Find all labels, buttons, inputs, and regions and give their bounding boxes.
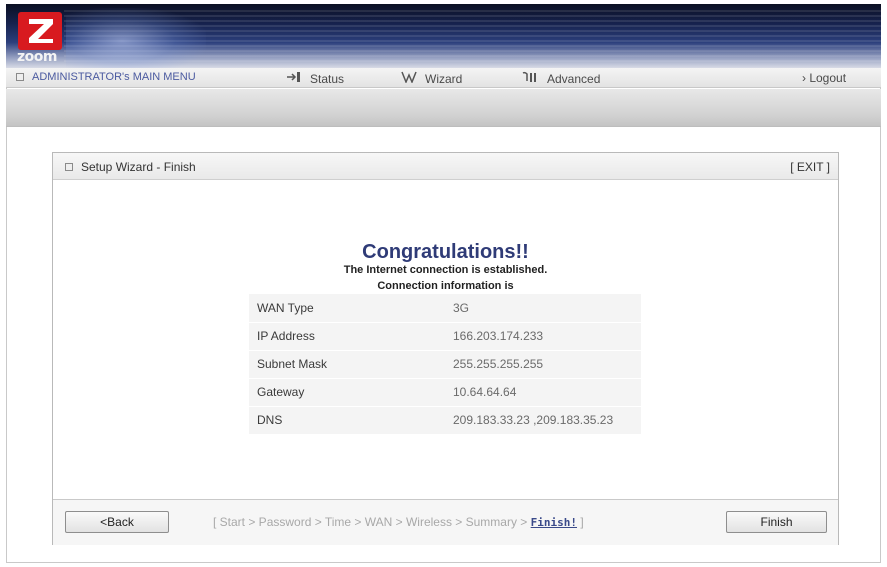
menu-status[interactable]: Status: [286, 71, 344, 86]
table-row: Gateway 10.64.64.64: [249, 378, 641, 407]
logout-label: › Logout: [802, 71, 847, 85]
logo-z-icon: [29, 19, 53, 43]
sub-toolbar: [6, 89, 881, 127]
ip-address-label: IP Address: [249, 322, 445, 351]
wizard-icon: [401, 71, 419, 86]
advanced-icon: [521, 71, 541, 86]
setup-wizard-panel: Setup Wizard - Finish [ EXIT ] Congratul…: [52, 152, 839, 545]
menu-advanced[interactable]: Advanced: [521, 71, 600, 86]
dns-label: DNS: [249, 406, 445, 435]
table-row: WAN Type 3G: [249, 294, 641, 323]
menu-advanced-label: Advanced: [547, 71, 601, 86]
wizard-steps-breadcrumb: [ Start > Password > Time > WAN > Wirele…: [213, 515, 683, 529]
admin-main-menu-label: ADMINISTRATOR's MAIN MENU: [32, 71, 196, 83]
table-row: IP Address 166.203.174.233: [249, 322, 641, 351]
wan-type-label: WAN Type: [249, 294, 445, 323]
admin-main-menu-link[interactable]: ADMINISTRATOR's MAIN MENU: [16, 71, 196, 83]
wan-type-value: 3G: [445, 294, 641, 323]
congratulations-heading: Congratulations!!: [362, 241, 529, 263]
logo-box: [18, 12, 62, 50]
banner-glow: [66, 8, 206, 68]
menu-square-icon: [16, 73, 24, 81]
ip-address-value: 166.203.174.233: [445, 322, 641, 351]
menu-wizard[interactable]: Wizard: [401, 71, 462, 86]
zoom-logo[interactable]: zoom: [16, 12, 66, 65]
table-row: DNS 209.183.33.23 ,209.183.35.23: [249, 406, 641, 435]
panel-square-icon: [65, 163, 73, 171]
steps-prefix: [ Start > Password > Time > WAN > Wirele…: [213, 515, 531, 529]
panel-header: Setup Wizard - Finish [ EXIT ]: [53, 153, 838, 180]
current-step: Finish!: [530, 516, 578, 529]
gateway-label: Gateway: [249, 378, 445, 407]
gateway-value: 10.64.64.64: [445, 378, 641, 407]
main-menu-bar: ADMINISTRATOR's MAIN MENU Status Wizard …: [6, 68, 881, 88]
subnet-mask-label: Subnet Mask: [249, 350, 445, 379]
menu-wizard-label: Wizard: [425, 71, 463, 86]
logo-text: zoom: [17, 49, 57, 65]
finish-button[interactable]: Finish: [726, 511, 827, 533]
status-icon: [286, 71, 304, 86]
table-row: Subnet Mask 255.255.255.255: [249, 350, 641, 379]
wizard-footer: <Back [ Start > Password > Time > WAN > …: [53, 499, 838, 545]
subnet-mask-value: 255.255.255.255: [445, 350, 641, 379]
menu-status-label: Status: [310, 71, 345, 86]
logout-link[interactable]: › Logout: [802, 71, 846, 85]
back-button[interactable]: <Back: [65, 511, 169, 533]
connection-info-caption: Connection information is: [377, 280, 514, 292]
panel-title-text: Setup Wizard - Finish: [81, 160, 196, 174]
exit-link[interactable]: [ EXIT ]: [790, 160, 830, 174]
header-banner: zoom: [6, 4, 881, 68]
connection-established-text: The Internet connection is established.: [343, 264, 548, 276]
connection-info-table: WAN Type 3G IP Address 166.203.174.233 S…: [249, 294, 641, 435]
panel-title: Setup Wizard - Finish: [65, 160, 196, 174]
dns-value: 209.183.33.23 ,209.183.35.23: [445, 406, 641, 435]
steps-suffix: ]: [577, 515, 584, 529]
